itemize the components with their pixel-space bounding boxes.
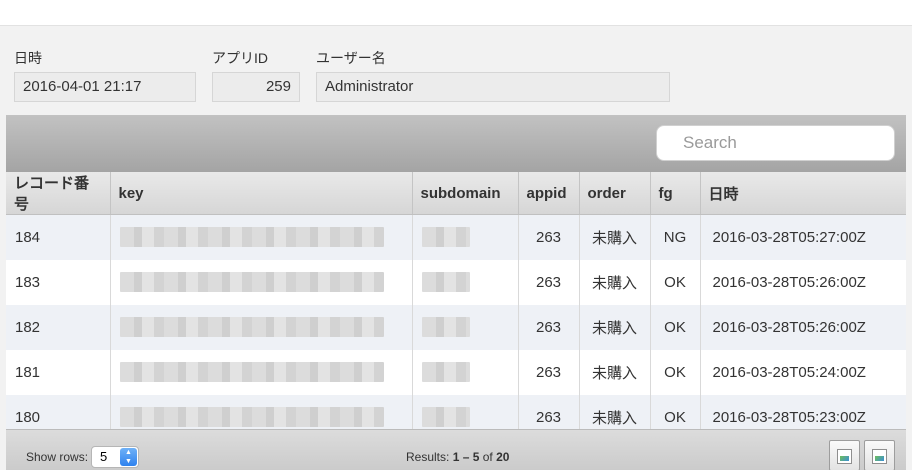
cell-fg: OK [650, 259, 701, 305]
cell-datetime: 2016-03-28T05:26:00Z [700, 259, 906, 305]
cell-order: 未購入 [579, 304, 651, 350]
results-prefix: Results: [406, 450, 450, 464]
broken-image-icon [837, 449, 852, 464]
column-header-datetime[interactable]: 日時 [700, 172, 906, 215]
records-table: レコード番号 key subdomain appid order fg 日時 1… [6, 172, 906, 440]
datetime-field[interactable]: 2016-04-01 21:17 [14, 72, 196, 102]
redacted-subdomain-block [421, 272, 470, 292]
table-row[interactable]: 184 263 未購入 NG 2016-03-28T05:27:00Z [6, 214, 906, 260]
app-id-label: アプリID [212, 50, 268, 66]
cell-subdomain-redacted [412, 259, 519, 305]
cell-order: 未購入 [579, 349, 651, 395]
column-header-subdomain[interactable]: subdomain [412, 172, 519, 215]
column-header-appid[interactable]: appid [518, 172, 580, 215]
table-header-row: レコード番号 key subdomain appid order fg 日時 [6, 172, 906, 215]
cell-datetime: 2016-03-28T05:24:00Z [700, 349, 906, 395]
cell-order: 未購入 [579, 214, 651, 260]
column-header-record[interactable]: レコード番号 [6, 172, 111, 215]
cell-key-redacted [110, 304, 413, 350]
cell-fg: OK [650, 304, 701, 350]
redacted-subdomain-block [421, 227, 470, 248]
redacted-key-block [119, 317, 384, 337]
next-page-button[interactable] [864, 440, 895, 470]
table-row[interactable]: 182 263 未購入 OK 2016-03-28T05:26:00Z [6, 304, 906, 350]
cell-record: 184 [6, 214, 111, 260]
redacted-key-block [119, 227, 384, 248]
table-row[interactable]: 183 263 未購入 OK 2016-03-28T05:26:00Z [6, 259, 906, 305]
cell-record: 182 [6, 304, 111, 350]
cell-appid: 263 [518, 214, 580, 260]
cell-order: 未購入 [579, 259, 651, 305]
cell-subdomain-redacted [412, 349, 519, 395]
cell-datetime: 2016-03-28T05:27:00Z [700, 214, 906, 260]
show-rows-label: Show rows: [26, 450, 89, 464]
cell-subdomain-redacted [412, 304, 519, 350]
cell-appid: 263 [518, 349, 580, 395]
column-header-order[interactable]: order [579, 172, 651, 215]
cell-key-redacted [110, 349, 413, 395]
rows-per-page-select[interactable]: 5 ▲ ▼ [91, 446, 139, 468]
username-label: ユーザー名 [316, 50, 386, 66]
updown-chevron-icon: ▲ ▼ [120, 448, 137, 466]
cell-appid: 263 [518, 304, 580, 350]
pager-footer: Show rows: 5 ▲ ▼ Results: 1 – 5 of 20 [6, 429, 906, 470]
table-row[interactable]: 181 263 未購入 OK 2016-03-28T05:24:00Z [6, 349, 906, 395]
broken-image-icon [872, 449, 887, 464]
results-total: 20 [496, 450, 510, 464]
cell-record: 183 [6, 259, 111, 305]
cell-datetime: 2016-03-28T05:26:00Z [700, 304, 906, 350]
results-of: of [482, 450, 493, 464]
redacted-subdomain-block [421, 317, 470, 337]
redacted-subdomain-block [421, 362, 470, 382]
redacted-key-block [119, 407, 384, 427]
rows-per-page-value: 5 [100, 449, 108, 464]
redacted-subdomain-block [421, 407, 470, 427]
results-range: 1 – 5 [452, 450, 480, 464]
redacted-key-block [119, 272, 384, 292]
app-id-field[interactable]: 259 [212, 72, 300, 102]
cell-key-redacted [110, 214, 413, 260]
cell-subdomain-redacted [412, 214, 519, 260]
cell-record: 181 [6, 349, 111, 395]
cell-appid: 263 [518, 259, 580, 305]
results-summary: Results: 1 – 5 of 20 [406, 450, 509, 464]
search-input[interactable] [656, 125, 895, 161]
cell-key-redacted [110, 259, 413, 305]
cell-fg: OK [650, 349, 701, 395]
column-header-fg[interactable]: fg [650, 172, 701, 215]
top-bar [0, 0, 912, 26]
column-header-key[interactable]: key [110, 172, 413, 215]
records-panel: レコード番号 key subdomain appid order fg 日時 1… [6, 115, 906, 470]
redacted-key-block [119, 362, 384, 382]
datetime-label: 日時 [14, 50, 42, 66]
cell-fg: NG [650, 214, 701, 260]
username-field[interactable]: Administrator [316, 72, 670, 102]
prev-page-button[interactable] [829, 440, 860, 470]
panel-header [6, 115, 906, 172]
